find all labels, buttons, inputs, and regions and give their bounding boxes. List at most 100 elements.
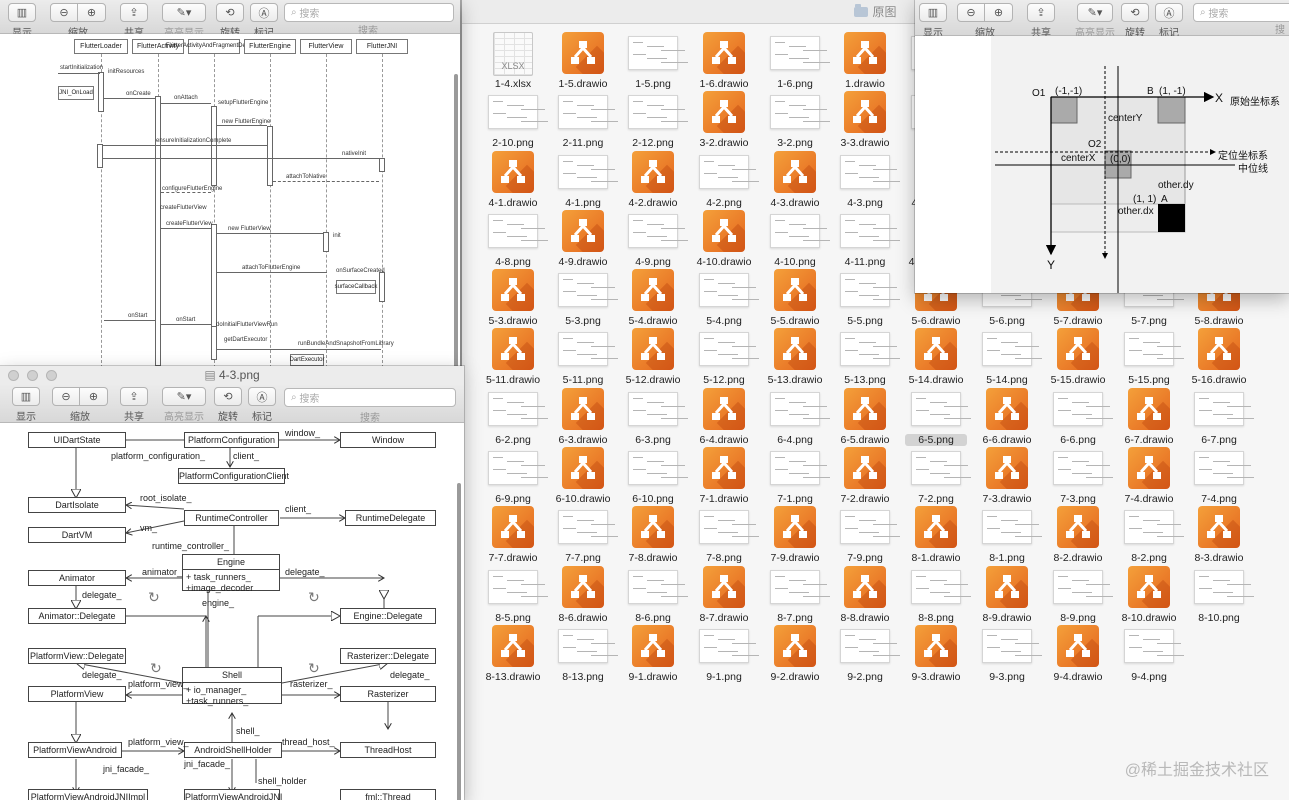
file-item[interactable]: 8-13.drawio [480,624,546,684]
file-item[interactable]: 7-2.png [903,447,971,506]
zoom-out-icon[interactable]: ⊖ [52,387,80,406]
file-item[interactable]: 6-5.drawio [832,387,898,447]
file-item[interactable]: 5-3.png [550,269,618,328]
file-item[interactable]: 5-13.drawio [762,328,828,387]
file-item[interactable]: 6-9.png [480,447,548,506]
file-item[interactable]: 5-11.drawio [480,328,546,387]
file-item[interactable]: XLSX 1-4.xlsx [480,32,546,91]
file-item[interactable]: 7-4.png [1186,447,1254,506]
file-item[interactable]: 1-6.drawio [691,32,757,91]
file-item[interactable]: 4-2.drawio [620,150,686,210]
file-item[interactable]: 6-10.png [620,447,688,506]
file-item[interactable]: 8-3.drawio [1186,506,1252,565]
share-icon[interactable]: ⇪ [120,3,148,22]
close-button[interactable] [8,370,19,381]
file-item[interactable]: 3-3.drawio [832,91,898,150]
file-item[interactable]: 5-12.drawio [620,328,686,387]
zoom-in-icon[interactable]: ⊕ [985,3,1013,22]
file-item[interactable]: 5-14.png [974,328,1042,387]
file-item[interactable]: 8-5.png [480,566,548,625]
file-item[interactable]: 1-5.png [620,32,688,91]
file-item[interactable]: 5-15.png [1116,328,1184,387]
highlight-pen-icon[interactable]: ✎▾ [1077,3,1113,22]
file-item[interactable]: 8-6.drawio [550,565,616,625]
minimize-button[interactable] [27,370,38,381]
scrollbar[interactable] [457,483,461,800]
file-item[interactable]: 9-4.png [1116,625,1184,684]
file-item[interactable]: 7-8.png [691,506,759,565]
file-item[interactable]: 2-12.png [620,91,688,150]
file-item[interactable]: 8-10.drawio [1116,565,1182,625]
file-item[interactable]: 9-1.png [691,625,759,684]
file-item[interactable]: 8-2.drawio [1045,506,1111,565]
file-item[interactable]: 8-1.png [974,506,1042,565]
file-item[interactable]: 8-9.png [1045,566,1113,625]
file-item[interactable]: 9-2.drawio [762,624,828,684]
file-item[interactable]: 5-15.drawio [1045,328,1111,387]
file-item[interactable]: 4-10.png [762,210,830,269]
zoom-in-icon[interactable]: ⊕ [80,387,108,406]
search-input[interactable]: ⌕ 搜索 [1193,3,1289,22]
file-item[interactable]: 8-6.png [620,566,688,625]
file-item[interactable]: 6-6.drawio [974,387,1040,447]
file-item[interactable]: 5-13.png [832,328,900,387]
markup-icon[interactable]: Ⓐ [250,3,278,22]
file-item[interactable]: 4-8.png [480,210,548,269]
file-item[interactable]: 6-7.png [1186,388,1254,447]
rotate-icon[interactable]: ⟲ [214,387,242,406]
sidebar-toggle-icon[interactable]: ▥ [919,3,947,22]
file-item[interactable]: 8-13.png [550,625,618,684]
file-item[interactable]: 4-1.drawio [480,150,546,210]
highlight-pen-icon[interactable]: ✎▾ [162,3,206,22]
file-item[interactable]: 4-3.png [832,151,900,210]
file-item[interactable]: 4-10.drawio [691,209,757,269]
file-item[interactable]: 3-2.png [762,91,830,150]
file-item[interactable]: 9-1.drawio [620,624,686,684]
scrollbar[interactable] [454,74,458,368]
file-item[interactable]: 6-6.png [1045,388,1113,447]
file-item[interactable]: 8-8.png [903,566,971,625]
sidebar-toggle-icon[interactable]: ▥ [8,3,36,22]
file-item[interactable]: 7-7.png [550,506,618,565]
file-item[interactable]: 5-12.png [691,328,759,387]
file-item[interactable]: 7-4.drawio [1116,447,1182,506]
share-icon[interactable]: ⇪ [120,387,148,406]
file-item[interactable]: 3-2.drawio [691,91,757,150]
file-item[interactable]: 2-10.png [480,91,548,150]
file-item[interactable]: 4-11.png [832,210,900,269]
file-item[interactable]: 5-11.png [550,328,618,387]
file-item[interactable]: 5-5.drawio [762,269,828,328]
file-item[interactable]: 9-2.png [832,625,900,684]
file-item[interactable]: 7-2.drawio [832,447,898,506]
file-item[interactable]: 8-2.png [1116,506,1184,565]
file-item[interactable]: 6-3.png [620,388,688,447]
file-item[interactable]: 5-3.drawio [480,269,546,328]
file-item[interactable]: 7-9.png [832,506,900,565]
file-item[interactable]: 7-3.png [1045,447,1113,506]
file-item[interactable]: 6-2.png [480,388,548,447]
file-item[interactable]: 5-16.drawio [1186,328,1252,387]
file-item[interactable]: 8-8.drawio [832,565,898,625]
file-item[interactable]: 6-10.drawio [550,447,616,506]
markup-icon[interactable]: Ⓐ [248,387,276,406]
markup-icon[interactable]: Ⓐ [1155,3,1183,22]
file-item[interactable]: 8-10.png [1186,566,1254,625]
file-item[interactable]: 9-3.drawio [903,624,969,684]
file-item[interactable]: 4-3.drawio [762,150,828,210]
file-item[interactable]: 1-5.drawio [550,32,616,91]
sidebar-toggle-icon[interactable]: ▥ [12,387,40,406]
share-icon[interactable]: ⇪ [1027,3,1055,22]
file-item[interactable]: 9-3.png [974,625,1042,684]
rotate-icon[interactable]: ⟲ [216,3,244,22]
search-input[interactable]: ⌕ 搜索 [284,388,456,407]
file-item[interactable]: 7-7.drawio [480,506,546,565]
file-item[interactable]: 7-8.drawio [620,506,686,565]
file-item[interactable]: 7-3.drawio [974,447,1040,506]
file-item[interactable]: 8-9.drawio [974,565,1040,625]
file-item[interactable]: 1.drawio [832,32,898,91]
file-item[interactable]: 4-1.png [550,151,618,210]
file-item[interactable]: 8-1.drawio [903,506,969,565]
file-item[interactable]: 4-2.png [691,151,759,210]
zoom-out-icon[interactable]: ⊖ [50,3,78,22]
file-item[interactable]: 5-14.drawio [903,328,969,387]
